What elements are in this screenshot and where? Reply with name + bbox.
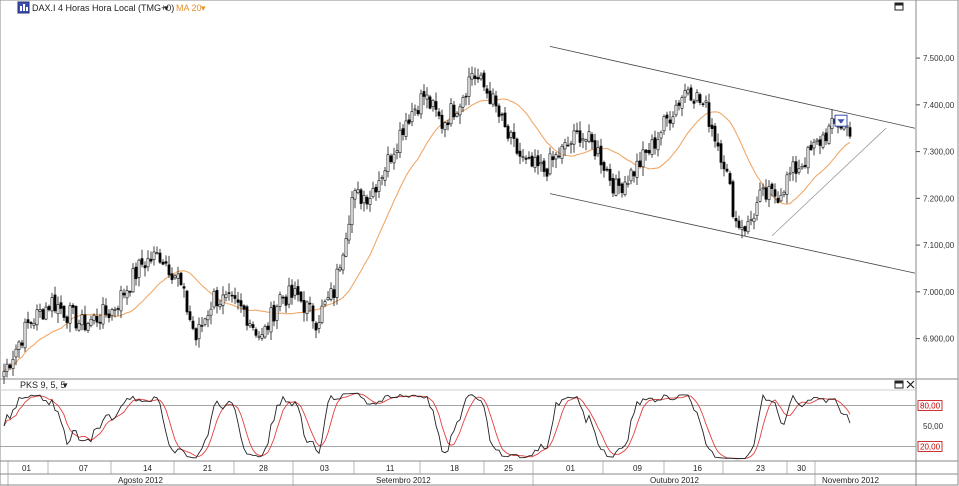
chart[interactable]: DAX.I 4 Horas Hora Local (TMG+0) ▾ MA 20… [0,0,959,486]
chart-header: DAX.I 4 Horas Hora Local (TMG+0) ▾ MA 20… [17,1,206,14]
month-label: Novembro 2012 [822,476,879,485]
date-tick-label: 11 [386,464,395,473]
price-tick-label: 7.100,00 [923,241,955,250]
candle [185,289,189,315]
candle [515,137,519,156]
candle [263,324,267,339]
date-tick-label: 18 [450,464,459,473]
price-tick-label: 7.000,00 [923,288,955,297]
candle [23,318,27,352]
signal-marker [834,114,848,127]
candle [212,288,216,310]
date-tick-label: 23 [756,464,765,473]
date-tick-label: 09 [633,464,642,473]
instrument-dropdown-icon[interactable]: ▾ [164,3,169,13]
price-tick-label: 7.500,00 [923,54,955,63]
month-label: Outubro 2012 [650,476,699,485]
candle [74,305,78,332]
date-tick-label: 14 [143,464,152,473]
date-tick-label: 07 [79,464,88,473]
date-tick-label: 01 [22,464,31,473]
chart-instrument-icon [17,1,30,14]
maximize-icon[interactable] [894,380,904,389]
date-tick-label: 21 [203,464,212,473]
candle [41,307,45,321]
price-tick-label: 7.200,00 [923,194,955,203]
candle [731,179,735,219]
date-tick-label: 01 [566,464,575,473]
chart-frame [0,0,959,486]
date-tick-label: 16 [693,464,702,473]
stoch-tick-label: 80,00 [920,402,941,411]
price-tick-label: 6.900,00 [923,335,955,344]
month-label: Agosto 2012 [118,476,163,485]
candle [179,272,183,286]
indicator-label[interactable]: PKS 9, 5, 5 [20,380,66,390]
date-tick-label: 30 [797,464,806,473]
date-tick-label: 28 [259,464,268,473]
indicator-dropdown-icon[interactable]: ▾ [63,380,68,390]
indicator-header: PKS 9, 5, 5 ▾ [20,380,68,390]
ma-label[interactable]: MA 20 [176,3,202,13]
price-tick-label: 7.400,00 [923,101,955,110]
candle [428,94,432,110]
stoch-tick-label: 20,00 [920,442,941,451]
candle [827,123,831,145]
month-label: Setembro 2012 [376,476,431,485]
sell-signal-icon[interactable] [834,114,848,127]
ma-dropdown-icon[interactable]: ▾ [201,3,206,13]
price-tick-label: 7.300,00 [923,148,955,157]
maximize-icon[interactable] [894,2,904,11]
date-tick-label: 25 [504,464,513,473]
date-tick-label: 03 [320,464,329,473]
instrument-label[interactable]: DAX.I 4 Horas Hora Local (TMG+0) [32,3,174,13]
candle [299,290,303,303]
stoch-tick-label: 50,00 [923,422,944,431]
